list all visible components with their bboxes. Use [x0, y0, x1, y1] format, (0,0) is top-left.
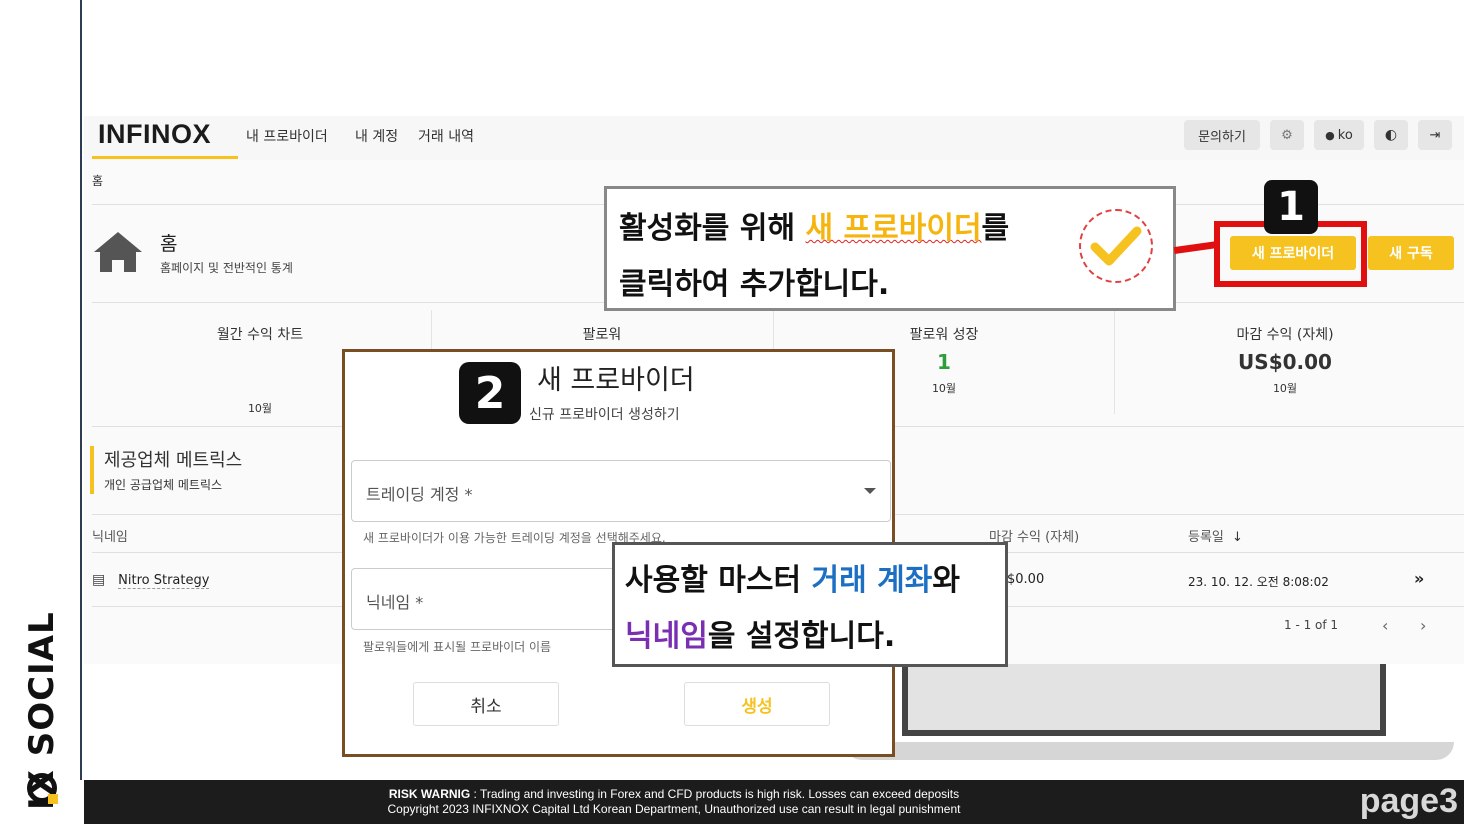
callout-text: 활성화를 위해	[619, 211, 806, 246]
top-nav: INFINOX 내 프로바이더 내 계정 거래 내역 문의하기 ⚙ ● ko ◐…	[84, 116, 1464, 160]
nav-trade-history[interactable]: 거래 내역	[418, 126, 474, 146]
risk-warning-text: : Trading and investing in Forex and CFD…	[470, 787, 960, 801]
row-nickname[interactable]: Nitro Strategy	[118, 573, 210, 589]
caret-down-icon	[864, 488, 876, 494]
gear-icon: ⚙	[1281, 127, 1293, 143]
chevron-right-double-icon[interactable]: »	[1414, 569, 1424, 588]
callout-highlight: 거래 계좌	[811, 563, 933, 598]
home-icon	[94, 232, 142, 272]
callout-text: 클릭하여 추가합니다.	[619, 267, 890, 302]
column-header-label: 등록일	[1188, 530, 1224, 545]
stat-closed-profit: 마감 수익 (자체) US$0.00 10월	[1115, 312, 1455, 412]
callout-highlight: 닉네임	[625, 619, 708, 654]
callout-step-1: 활성화를 위해 새 프로바이더를 클릭하여 추가합니다.	[604, 186, 1176, 311]
callout-step-2: 사용할 마스터 거래 계좌와 닉네임을 설정합니다.	[612, 542, 1008, 667]
callout-step-1-text: 활성화를 위해 새 프로바이더를 클릭하여 추가합니다.	[619, 201, 1009, 313]
stat-label: 팔로워 성장	[909, 327, 979, 343]
nav-my-providers[interactable]: 내 프로바이더	[246, 126, 328, 146]
arrow-down-icon: ↓	[1232, 530, 1243, 545]
nickname-help: 팔로워들에게 표시될 프로바이더 이름	[363, 640, 552, 654]
stat-label: 마감 수익 (자체)	[1236, 327, 1334, 343]
laptop-image	[840, 664, 1464, 780]
risk-warning: RISK WARNIG : Trading and investing in F…	[84, 787, 1264, 801]
check-icon	[1079, 209, 1153, 283]
column-header-registered[interactable]: 등록일 ↓	[1188, 526, 1243, 545]
breadcrumb[interactable]: 홈	[92, 172, 103, 189]
laptop-screen	[902, 664, 1386, 736]
metrics-accent-bar	[90, 446, 94, 494]
provider-card-icon: ▤	[92, 572, 106, 588]
tutorial-slide: IX SOCIAL INFINOX 내 프로바이더 내 계정 거래 내역 문의하…	[0, 0, 1464, 824]
callout-step-2-text: 사용할 마스터 거래 계좌와 닉네임을 설정합니다.	[625, 553, 960, 665]
dialog-subtitle: 신규 프로바이더 생성하기	[529, 407, 680, 423]
nav-my-account[interactable]: 내 계정	[355, 126, 398, 146]
pagination-status: 1 - 1 of 1	[1284, 618, 1339, 632]
new-subscription-button[interactable]: 새 구독	[1368, 236, 1454, 270]
contrast-icon: ◐	[1384, 127, 1398, 143]
logo-underline	[92, 156, 238, 159]
globe-icon: ●	[1325, 128, 1335, 142]
trading-account-select[interactable]: 트레이딩 계정 *	[351, 460, 891, 522]
stat-period: 10월	[1272, 382, 1298, 395]
risk-warning-title: RISK WARNIG	[388, 787, 471, 801]
dialog-title: 새 프로바이더	[537, 365, 695, 396]
language-button[interactable]: ● ko	[1314, 120, 1364, 150]
stat-label: 월간 수익 차트	[216, 327, 304, 343]
row-registered: 23. 10. 12. 오전 8:08:02	[1188, 575, 1329, 589]
metrics-subtitle: 개인 공급업체 메트릭스	[104, 478, 223, 492]
infinox-logo[interactable]: INFINOX	[98, 119, 211, 150]
ix-ring-icon	[27, 773, 58, 804]
left-brand-strip: IX SOCIAL	[0, 0, 82, 810]
language-label: ko	[1337, 127, 1353, 143]
callout-text: 사용할 마스터	[625, 563, 812, 598]
laptop-base	[844, 742, 1454, 760]
callout-text: 를	[981, 211, 1010, 246]
ix-social-logo: IX SOCIAL	[22, 575, 62, 810]
field-label: 트레이딩 계정 *	[366, 485, 473, 504]
callout-text: 을 설정합니다.	[707, 619, 896, 654]
stat-value: US$0.00	[1238, 350, 1332, 374]
stat-label: 팔로워	[582, 327, 622, 343]
logout-icon: ⇥	[1429, 127, 1441, 143]
page-number: page3	[1359, 782, 1458, 820]
create-button[interactable]: 생성	[684, 682, 830, 726]
logout-button[interactable]: ⇥	[1418, 120, 1452, 150]
step-2-badge: 2	[459, 362, 521, 424]
table-row[interactable]: ▤ Nitro Strategy	[92, 572, 210, 589]
row-closed-profit: $0.00	[1007, 572, 1045, 587]
copyright: Copyright 2023 INFIXNOX Capital Ltd Kore…	[387, 802, 961, 816]
metrics-title: 제공업체 메트릭스	[104, 450, 243, 471]
footer: RISK WARNIG : Trading and investing in F…	[84, 780, 1464, 824]
field-label: 닉네임 *	[366, 593, 424, 612]
step-1-badge: 1	[1264, 180, 1318, 234]
theme-toggle[interactable]: ◐	[1374, 120, 1408, 150]
settings-button[interactable]: ⚙	[1270, 120, 1304, 150]
callout-highlight: 새 프로바이더	[805, 211, 982, 246]
callout-text: 와	[932, 563, 960, 598]
cancel-button[interactable]: 취소	[413, 682, 559, 726]
contact-button[interactable]: 문의하기	[1184, 120, 1260, 150]
page-subtitle: 홈페이지 및 전반적인 통계	[160, 261, 293, 275]
column-header-nickname[interactable]: 닉네임	[92, 526, 128, 545]
chevron-left-icon[interactable]: ‹	[1382, 616, 1388, 635]
chevron-right-icon[interactable]: ›	[1420, 616, 1426, 635]
page-title: 홈	[160, 233, 178, 255]
